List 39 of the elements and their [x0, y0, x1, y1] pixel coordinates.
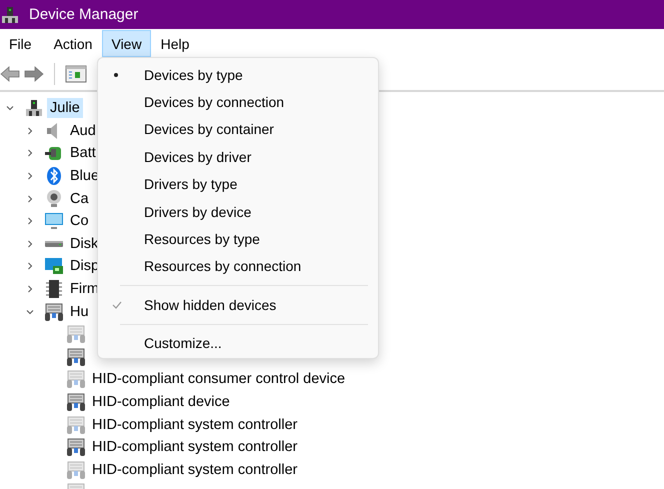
menu-option[interactable]: Drivers by type — [144, 176, 238, 192]
monitor-icon — [44, 211, 64, 232]
tree-item[interactable]: HID-compliant system controller — [89, 414, 300, 435]
menu-option[interactable]: Show hidden devices — [144, 296, 276, 313]
computer-icon — [0, 4, 20, 24]
menu-item[interactable]: View — [102, 30, 151, 56]
tree-item[interactable]: HID-compliant device — [89, 392, 233, 412]
menu-option[interactable]: Resources by connection — [144, 258, 302, 274]
disk-drive-icon — [44, 240, 64, 247]
tree-item[interactable]: Batt — [67, 143, 99, 164]
back-arrow-icon[interactable] — [0, 66, 20, 82]
window-title: Device Manager — [29, 6, 138, 23]
tree-item[interactable]: Hu — [67, 302, 92, 322]
menu-option[interactable]: Devices by driver — [144, 148, 252, 165]
tree-item[interactable]: HID-compliant consumer control device — [89, 369, 348, 390]
tree-item[interactable]: HID-compliant system controller — [89, 460, 300, 480]
tree-item[interactable]: Ca — [67, 188, 92, 209]
tree-item[interactable]: Co — [67, 211, 92, 232]
menu-option[interactable]: Devices by container — [144, 121, 274, 138]
display-adapter-icon — [44, 256, 64, 276]
menu-option[interactable]: Drivers by device — [144, 204, 252, 220]
menu-option[interactable]: Devices by connection — [144, 94, 284, 110]
chip-icon — [44, 279, 64, 300]
menu-option[interactable]: Resources by type — [144, 231, 260, 248]
properties-pane-icon[interactable] — [65, 64, 87, 82]
computer-icon — [24, 98, 44, 118]
menu-item[interactable]: File — [0, 30, 41, 56]
menu-item[interactable]: Help — [152, 30, 198, 56]
keyboard-mouse-icon — [44, 302, 64, 322]
tree-item[interactable]: Disk — [67, 234, 102, 254]
menu-option[interactable]: Customize... — [144, 335, 222, 352]
bluetooth-icon — [44, 166, 64, 186]
menu-item[interactable]: Action — [44, 30, 102, 56]
tree-item[interactable]: Aud — [67, 120, 99, 141]
tree-item[interactable]: Julie — [47, 98, 83, 118]
menu-option[interactable]: Devices by type — [144, 66, 243, 83]
webcam-icon — [44, 188, 64, 209]
tree-item[interactable]: HID-compliant system controller — [89, 437, 300, 458]
forward-arrow-icon[interactable] — [24, 66, 44, 82]
